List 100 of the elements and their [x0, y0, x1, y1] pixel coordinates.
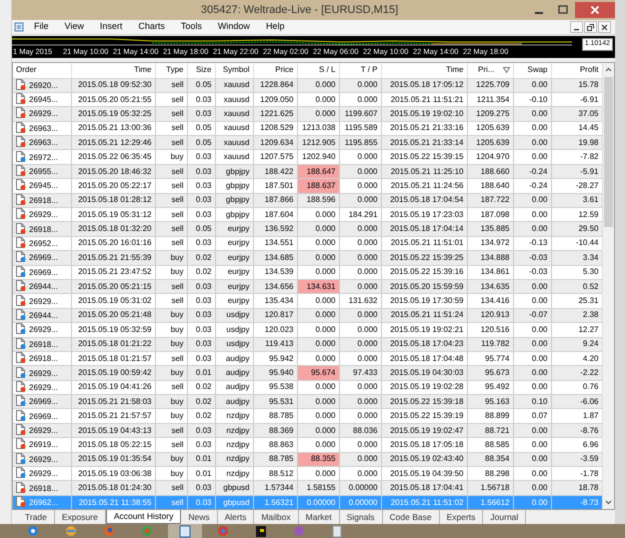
table-cell: 1207.575 [253, 150, 297, 164]
table-row[interactable]: 26920... 2015.05.18 09:52:30 sell 0.05 xauusd 1228.864 0.000 0.000 2015.05.18 17:05:12 1225.709 0.00 15.78 [13, 78, 602, 92]
table-cell: 26945... [29, 95, 58, 104]
column-header[interactable]: Type [166, 65, 184, 74]
column-header[interactable]: Time [134, 65, 152, 74]
table-cell: 26918... [29, 340, 58, 349]
table-cell: 0.00 [513, 279, 551, 294]
table-cell: 1225.709 [467, 78, 513, 92]
column-header[interactable]: Swap [527, 65, 548, 74]
table-row[interactable]: 26929... 2015.05.19 05:32:59 buy 0.03 usdjpy 120.023 0.000 0.000 2015.05.19 19:02:21 120.516 0.00 12.27 [13, 322, 602, 338]
table-cell: 2015.05.19 19:02:10 [381, 106, 467, 122]
table-cell: sell [155, 480, 187, 496]
table-row[interactable]: 26929... 2015.05.19 04:43:13 sell 0.03 nzdjpy 88.369 0.000 88.036 2015.05.19 19:02:47 88.721 0.00 -8.76 [13, 423, 602, 438]
column-header[interactable]: Time [446, 65, 464, 74]
column-header[interactable]: Size [196, 65, 212, 74]
table-cell: 0.00 [513, 78, 551, 92]
table-cell: 2015.05.18 17:05:18 [381, 438, 467, 452]
table-row[interactable]: 26944... 2015.05.20 05:21:48 buy 0.03 usdjpy 120.817 0.000 0.000 2015.05.21 11:51:24 120.913 -0.07 2.38 [13, 308, 602, 323]
table-row[interactable]: 26969... 2015.05.21 21:57:57 buy 0.02 nzdjpy 88.785 0.000 0.000 2015.05.22 15:39:19 88.899 0.07 1.87 [13, 408, 602, 424]
table-cell: 2015.05.22 15:39:19 [381, 408, 467, 424]
table-cell: 26962... [29, 498, 58, 508]
tab[interactable]: Account History [106, 510, 182, 524]
table-cell: buy [155, 150, 187, 164]
table-row[interactable]: 26969... 2015.05.21 21:58:03 buy 0.02 audjpy 95.531 0.000 0.000 2015.05.22 15:39:18 95.163 0.10 -6.06 [13, 394, 602, 409]
table-row[interactable]: 26972... 2015.05.22 06:35:45 buy 0.03 xauusd 1207.575 1202.940 0.000 2015.05.22 15:39:15 1204.970 0.00 -7.82 [13, 150, 602, 164]
table-cell: sell [155, 423, 187, 438]
app-icon [179, 524, 191, 538]
table-cell: gbpjpy [215, 164, 253, 179]
table-cell: 2015.05.19 19:02:21 [381, 322, 467, 338]
table-cell: 0.05 [187, 136, 215, 150]
scrollbar-thumb[interactable] [604, 77, 613, 227]
table-row[interactable]: 26945... 2015.05.20 05:22:17 sell 0.03 gbpjpy 187.501 188.637 0.000 2015.05.21 11:24:56 188.640 -0.24 -28.27 [13, 178, 602, 194]
table-row[interactable]: 26918... 2015.05.18 01:32:20 sell 0.05 eurjpy 136.592 0.000 0.000 2015.05.18 17:04:14 135.885 0.00 29.50 [13, 222, 602, 236]
table-cell: 0.000 [339, 164, 381, 179]
table-row[interactable]: 26929... 2015.05.19 00:59:42 buy 0.01 audjpy 95.940 95.674 97.433 2015.05.19 04:30:03 95.673 0.00 -2.22 [13, 366, 602, 380]
table-cell: 0.03 [187, 423, 215, 438]
table-row[interactable]: 26918... 2015.05.18 01:28:12 sell 0.03 gbpjpy 187.866 188.596 0.000 2015.05.18 17:04:54 187.722 0.00 3.61 [13, 193, 602, 208]
app-icon[interactable] [14, 22, 24, 32]
table-cell: 26918... [29, 224, 58, 234]
app-icon [331, 524, 343, 538]
table-cell: 188.640 [467, 178, 513, 194]
table-cell: 2015.05.18 01:28:12 [71, 193, 155, 208]
table-cell: 88.785 [253, 452, 297, 467]
table-cell: 26969... [29, 397, 58, 406]
table-cell: -0.24 [513, 164, 551, 179]
column-header[interactable]: Profit [580, 65, 598, 74]
column-header[interactable]: Symbol [222, 65, 250, 74]
table-cell: 0.000 [339, 337, 381, 352]
menu-item[interactable]: Help [258, 20, 292, 34]
table-row[interactable]: 26969... 2015.05.21 23:47:52 buy 0.02 eurjpy 134.539 0.000 0.000 2015.05.22 15:39:16 134.861 -0.03 5.30 [13, 265, 602, 280]
table-cell: eurjpy [215, 250, 253, 266]
table-cell: -0.24 [513, 178, 551, 194]
taskbar-button[interactable] [168, 524, 202, 538]
menu-item[interactable]: Insert [92, 20, 130, 34]
table-cell: 2015.05.20 05:22:17 [71, 178, 155, 194]
table-cell: 0.00 [513, 106, 551, 122]
table-row[interactable]: 26918... 2015.05.18 01:24:30 sell 0.03 gbpusd 1.57344 1.58155 0.00000 2015.05.18 17:04:41 1.56718 0.00 18.78 [13, 480, 602, 496]
table-cell: 2015.05.18 17:04:14 [381, 222, 467, 236]
table-row[interactable]: 26955... 2015.05.20 18:46:32 sell 0.03 gbpjpy 188.422 188.647 0.000 2015.05.21 11:25:10 188.660 -0.24 -5.91 [13, 164, 602, 179]
table-cell: 0.03 [187, 322, 215, 338]
column-header[interactable]: Pri... [478, 65, 494, 74]
menu-item[interactable]: View [56, 20, 92, 34]
table-row[interactable]: 26929... 2015.05.19 05:31:02 sell 0.03 eurjpy 135.434 0.000 131.632 2015.05.19 17:30:59 134.416 0.00 25.31 [13, 294, 602, 308]
table-row[interactable]: 26963... 2015.05.21 12:29:46 sell 0.05 xauusd 1209.634 1212.905 1195.855 2015.05.21 21:33:14 1205.639 0.00 19.98 [13, 136, 602, 150]
table-cell: 26969... [29, 268, 58, 277]
table-row[interactable]: 26918... 2015.05.18 01:21:22 buy 0.03 usdjpy 119.413 0.000 0.000 2015.05.18 17:04:23 119.782 0.00 9.24 [13, 337, 602, 352]
menu-item[interactable]: File [26, 20, 57, 34]
table-cell: buy [155, 337, 187, 352]
restore-button[interactable] [584, 21, 597, 34]
column-header[interactable]: Price [275, 65, 294, 74]
table-cell: 0.03 [187, 337, 215, 352]
column-header[interactable]: T / P [360, 65, 378, 74]
table-cell: 0.000 [339, 308, 381, 323]
table-cell: 26969... [29, 253, 58, 262]
table-cell: 0.000 [339, 452, 381, 467]
table-cell: 2015.05.19 00:59:42 [71, 366, 155, 380]
app-icon [217, 524, 229, 538]
close-button[interactable] [598, 21, 611, 34]
table-row[interactable]: 26969... 2015.05.21 21:55:39 buy 0.02 eurjpy 134.685 0.000 0.000 2015.05.22 15:39:25 134.888 -0.03 3.34 [13, 250, 602, 266]
menu-item[interactable]: Window [210, 20, 258, 34]
minimize-button[interactable] [570, 21, 583, 34]
table-cell: 2015.05.20 05:21:15 [71, 279, 155, 294]
table-cell: 0.00 [513, 322, 551, 338]
table-row[interactable]: 26929... 2015.05.19 01:35:54 buy 0.01 nzdjpy 88.785 88.355 0.000 2015.05.19 02:43:40 88.354 0.00 -3.59 [13, 452, 602, 467]
table-cell: 136.592 [253, 222, 297, 236]
column-header[interactable]: Order [16, 65, 36, 74]
table-cell: 135.885 [467, 222, 513, 236]
table-row[interactable]: 26919... 2015.05.18 05:22:15 sell 0.03 nzdjpy 88.863 0.000 0.000 2015.05.18 17:05:18 88.585 0.00 6.96 [13, 438, 602, 452]
table-cell: 2015.05.20 05:21:48 [71, 308, 155, 323]
table-cell: 95.673 [467, 366, 513, 380]
table-cell: 119.413 [253, 337, 297, 352]
menu-item[interactable]: Tools [172, 20, 210, 34]
table-cell: xauusd [215, 106, 253, 122]
table-cell: 134.631 [297, 279, 339, 294]
table-cell: 26918... [29, 354, 58, 364]
column-header[interactable]: S / L [319, 65, 336, 74]
table-row[interactable]: 26929... 2015.05.19 05:32:25 sell 0.03 xauusd 1221.625 0.000 1199.607 2015.05.19 19:02:10 1209.275 0.00 37.05 [13, 106, 602, 122]
table-cell: 0.03 [187, 150, 215, 164]
menu-item[interactable]: Charts [130, 20, 173, 34]
table-row[interactable]: 26944... 2015.05.20 05:21:15 sell 0.03 eurjpy 134.656 134.631 0.000 2015.05.20 15:59:59 134.635 0.00 0.52 [13, 279, 602, 294]
